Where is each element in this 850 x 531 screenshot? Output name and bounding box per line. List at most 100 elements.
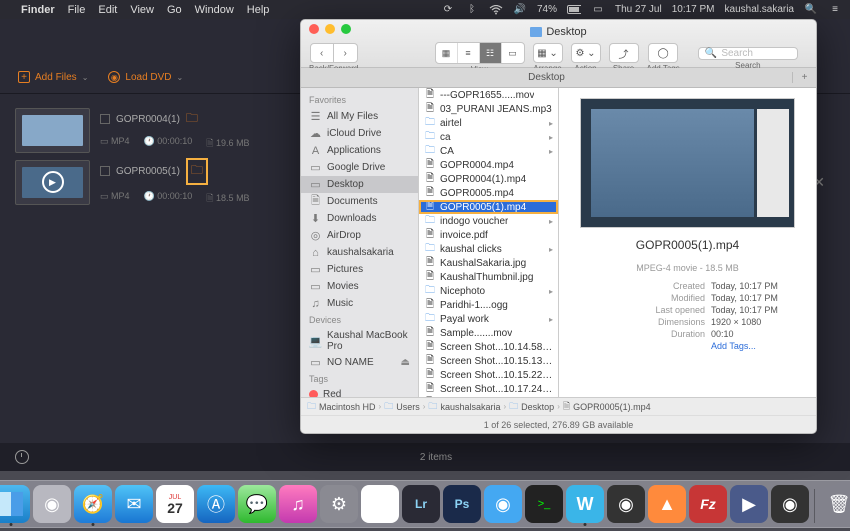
list-item[interactable]: 🗎Screen Shot...10.15.22 PM [419,368,558,382]
path-segment[interactable]: 🗀Macintosh HD [307,399,376,415]
sidebar-item-music[interactable]: ♫Music [301,295,418,312]
dock-item-gopro[interactable]: ◉ [771,485,809,523]
dock-item-appstore[interactable]: Ⓐ [197,485,235,523]
tags-button[interactable]: ◯ [648,43,678,63]
list-view-button[interactable]: ≡ [458,43,480,63]
share-button[interactable]: ⤴ [609,43,639,63]
menu-go[interactable]: Go [167,4,182,16]
notification-center-icon[interactable]: ≡ [828,3,842,17]
list-item[interactable]: 🗀Nicephoto▸ [419,284,558,298]
sidebar-item-airdrop[interactable]: ◎AirDrop [301,227,418,244]
list-item[interactable]: 🗎Screen Shot...10.14.58 PM [419,340,558,354]
clock-icon[interactable] [15,450,29,464]
list-item[interactable]: 🗀indogo voucher▸ [419,214,558,228]
load-dvd-button[interactable]: ◉ Load DVD ⌄ [108,71,183,83]
bluetooth-icon[interactable]: ᛒ [465,3,479,17]
column-view-button[interactable]: ☷ [480,43,502,63]
volume-icon[interactable]: 🔊 [513,3,527,17]
checkbox[interactable] [100,166,110,176]
list-item[interactable]: 🗎invoice.pdf [419,228,558,242]
list-item[interactable]: 🗀ca▸ [419,130,558,144]
add-tags-link[interactable]: Add Tags... [711,341,791,351]
dock-item-quicktime[interactable]: ◉ [607,485,645,523]
list-item[interactable]: 🗎03_PURANI JEANS.mp3 [419,102,558,116]
zoom-window-button[interactable] [341,24,351,34]
checkbox[interactable] [100,114,110,124]
sidebar-tag-red[interactable]: Red [301,387,418,397]
search-input[interactable]: 🔍 Search [698,47,798,60]
dock-item-vlc[interactable]: ▲ [648,485,686,523]
spotlight-icon[interactable]: 🔍 [804,3,818,17]
add-files-button[interactable]: + Add Files ⌄ [18,71,88,83]
dock-item-mxplayer[interactable]: ▶ [730,485,768,523]
dock-item-mail[interactable]: ✉ [115,485,153,523]
menu-view[interactable]: View [130,4,154,16]
coverflow-view-button[interactable]: ▭ [502,43,524,63]
sidebar-item-downloads[interactable]: ⬇Downloads [301,210,418,227]
list-item[interactable]: 🗎KaushalThumbnil.jpg [419,270,558,284]
back-button[interactable]: ‹ [310,43,334,63]
dock-item-filezilla[interactable]: Fz [689,485,727,523]
folder-icon[interactable]: 🗀 [186,158,208,185]
close-window-button[interactable] [309,24,319,34]
dock-item-safari[interactable]: 🧭 [74,485,112,523]
arrange-button[interactable]: ▦ ⌄ [533,43,563,63]
list-item[interactable]: 🗎---GOPR1655.....mov [419,88,558,102]
list-item[interactable]: 🗀airtel▸ [419,116,558,130]
path-segment[interactable]: 🗎GOPR0005(1).mp4 [563,399,651,415]
dock-item-photoshop[interactable]: Ps [443,485,481,523]
list-item[interactable]: 🗎GOPR0005(1).mp4 [419,200,558,214]
sidebar-item-device[interactable]: 💻Kaushal MacBook Pro [301,328,418,354]
new-tab-button[interactable]: + [792,72,816,83]
menu-help[interactable]: Help [247,4,270,16]
list-item[interactable]: 🗀kaushal clicks▸ [419,242,558,256]
dock-item-trash[interactable]: 🗑 [820,485,850,523]
dock-item-itunes[interactable]: ♫ [279,485,317,523]
dock-item-finder[interactable] [0,485,30,523]
sync-icon[interactable]: ⟳ [441,3,455,17]
list-item[interactable]: 🗀Payal work▸ [419,312,558,326]
path-segment[interactable]: 🗀Users [384,399,420,415]
sidebar-item-pictures[interactable]: ▭Pictures [301,261,418,278]
minimize-window-button[interactable] [325,24,335,34]
list-item[interactable]: 🗎GOPR0005.mp4 [419,186,558,200]
dock-item-wondershare[interactable]: W [566,485,604,523]
play-icon[interactable]: ▶ [42,171,64,193]
list-item[interactable]: 🗎Screen Shot...10.15.13 PM [419,354,558,368]
sidebar-item-applications[interactable]: AApplications [301,142,418,159]
path-segment[interactable]: 🗀kaushalsakaria [428,399,500,415]
action-button[interactable]: ⚙ ⌄ [571,43,601,63]
list-item[interactable]: 🗎Screen Shot...10.17.24 PM [419,382,558,396]
path-segment[interactable]: 🗀Desktop [509,399,554,415]
dock-item-calendar[interactable]: JUL27 [156,485,194,523]
list-item[interactable]: 🗎Paridhi-1....ogg [419,298,558,312]
menu-file[interactable]: File [68,4,86,16]
sidebar-item-google-drive[interactable]: ▭Google Drive [301,159,418,176]
battery-icon[interactable] [567,3,581,17]
menu-edit[interactable]: Edit [98,4,117,16]
icon-view-button[interactable]: ▦ [436,43,458,63]
list-item[interactable]: 🗎KaushalSakaria.jpg [419,256,558,270]
menubar-time[interactable]: 10:17 PM [672,4,715,15]
menubar-user[interactable]: kaushal.sakaria [725,4,794,15]
sidebar-item-icloud-drive[interactable]: ☁iCloud Drive [301,125,418,142]
list-item[interactable]: 🗎GOPR0004(1).mp4 [419,172,558,186]
sidebar-item-desktop[interactable]: ▭Desktop [301,176,418,193]
dock-item-messages[interactable]: 💬 [238,485,276,523]
sidebar-item-device[interactable]: ▭NO NAME⏏ [301,354,418,371]
dock-item-preferences[interactable]: ⚙ [320,485,358,523]
list-item[interactable]: 🗎GOPR0004.mp4 [419,158,558,172]
sidebar-item-all-my-files[interactable]: ☰All My Files [301,108,418,125]
screen-icon[interactable]: ▭ [591,3,605,17]
sidebar-item-kaushalsakaria[interactable]: ⌂kaushalsakaria [301,244,418,261]
list-item[interactable]: 🗎Sample.......mov [419,326,558,340]
sidebar-item-movies[interactable]: ▭Movies [301,278,418,295]
sidebar-item-documents[interactable]: 🗎Documents [301,193,418,210]
folder-icon[interactable]: 🗀 [186,109,198,130]
list-item[interactable]: 🗀CA▸ [419,144,558,158]
view-mode-buttons[interactable]: ▦ ≡ ☷ ▭ [435,42,525,64]
column-view-list[interactable]: 🗎---GOPR1655.....mov🗎03_PURANI JEANS.mp3… [419,88,559,397]
dock-item-lightroom[interactable]: Lr [402,485,440,523]
app-menu[interactable]: Finder [21,4,55,16]
dock-item-terminal[interactable]: >_ [525,485,563,523]
